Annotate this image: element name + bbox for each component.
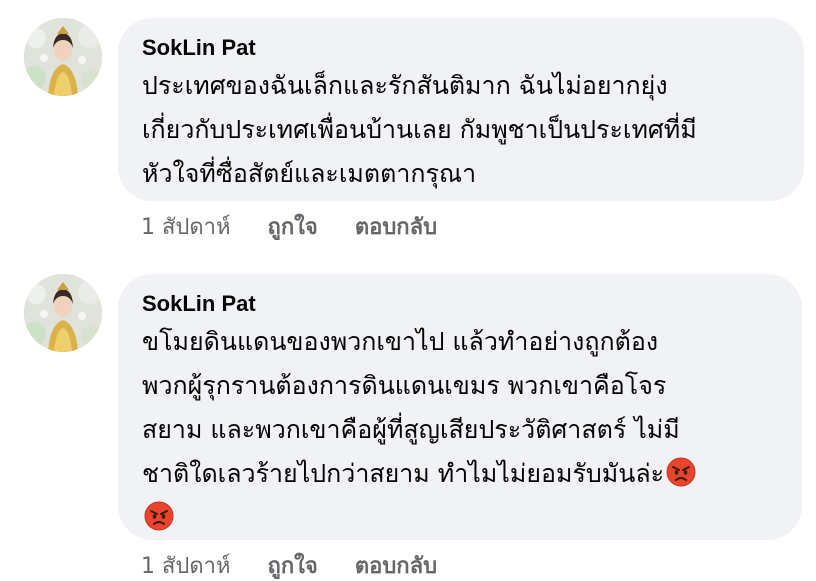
comment-text-line: หัวใจที่ซื่อสัตย์และเมตตากรุณา <box>142 159 477 188</box>
avatar-photo-icon <box>24 18 102 96</box>
comment-text: ประเทศของฉันเล็กและรักสันติมาก ฉันไม่อยา… <box>142 64 780 196</box>
comment-text-line: พวกผู้รุกรานต้องการดินแดนเขมร พวกเขาคือโ… <box>142 371 667 400</box>
like-button[interactable]: ถูกใจ <box>268 553 318 581</box>
comment-text-line <box>142 496 778 540</box>
avatar-photo-icon <box>24 274 102 352</box>
comment-bubble: SokLin Pat ประเทศของฉันเล็กและรักสันติมา… <box>118 18 804 201</box>
comment-text-line: เกี่ยวกับประเทศเพื่อนบ้านเลย กัมพูชาเป็น… <box>142 115 697 144</box>
angry-face-icon <box>144 501 174 531</box>
comment-timestamp[interactable]: 1 สัปดาห์ <box>141 553 231 581</box>
comment-meta: 1 สัปดาห์ ถูกใจ ตอบกลับ <box>141 214 467 242</box>
reply-button[interactable]: ตอบกลับ <box>355 553 437 581</box>
comment-meta: 1 สัปดาห์ ถูกใจ ตอบกลับ <box>141 553 467 581</box>
comment-timestamp[interactable]: 1 สัปดาห์ <box>141 214 231 242</box>
comment-author-name[interactable]: SokLin Pat <box>142 34 780 62</box>
comment-author-name[interactable]: SokLin Pat <box>142 290 778 318</box>
comment-text-line: ประเทศของฉันเล็กและรักสันติมาก ฉันไม่อยา… <box>142 71 668 100</box>
comment-text-line: สยาม และพวกเขาคือผู้ที่สูญเสียประวัติศาส… <box>142 415 680 444</box>
comment-bubble: SokLin Pat ขโมยดินแดนของพวกเขาไป แล้วทำอ… <box>118 274 802 540</box>
comment-text-line-content: ชาติใดเลวร้ายไปกว่าสยาม ทำไมไม่ยอมรับมัน… <box>142 459 665 488</box>
comment-text-line: ขโมยดินแดนของพวกเขาไป แล้วทำอย่างถูกต้อง <box>142 327 659 356</box>
comment-text: ขโมยดินแดนของพวกเขาไป แล้วทำอย่างถูกต้อง… <box>142 320 778 540</box>
angry-face-icon <box>666 457 696 487</box>
author-avatar[interactable] <box>24 274 102 352</box>
author-avatar[interactable] <box>24 18 102 96</box>
comment-text-line: ชาติใดเลวร้ายไปกว่าสยาม ทำไมไม่ยอมรับมัน… <box>142 452 778 496</box>
like-button[interactable]: ถูกใจ <box>268 214 318 242</box>
reply-button[interactable]: ตอบกลับ <box>355 214 437 242</box>
